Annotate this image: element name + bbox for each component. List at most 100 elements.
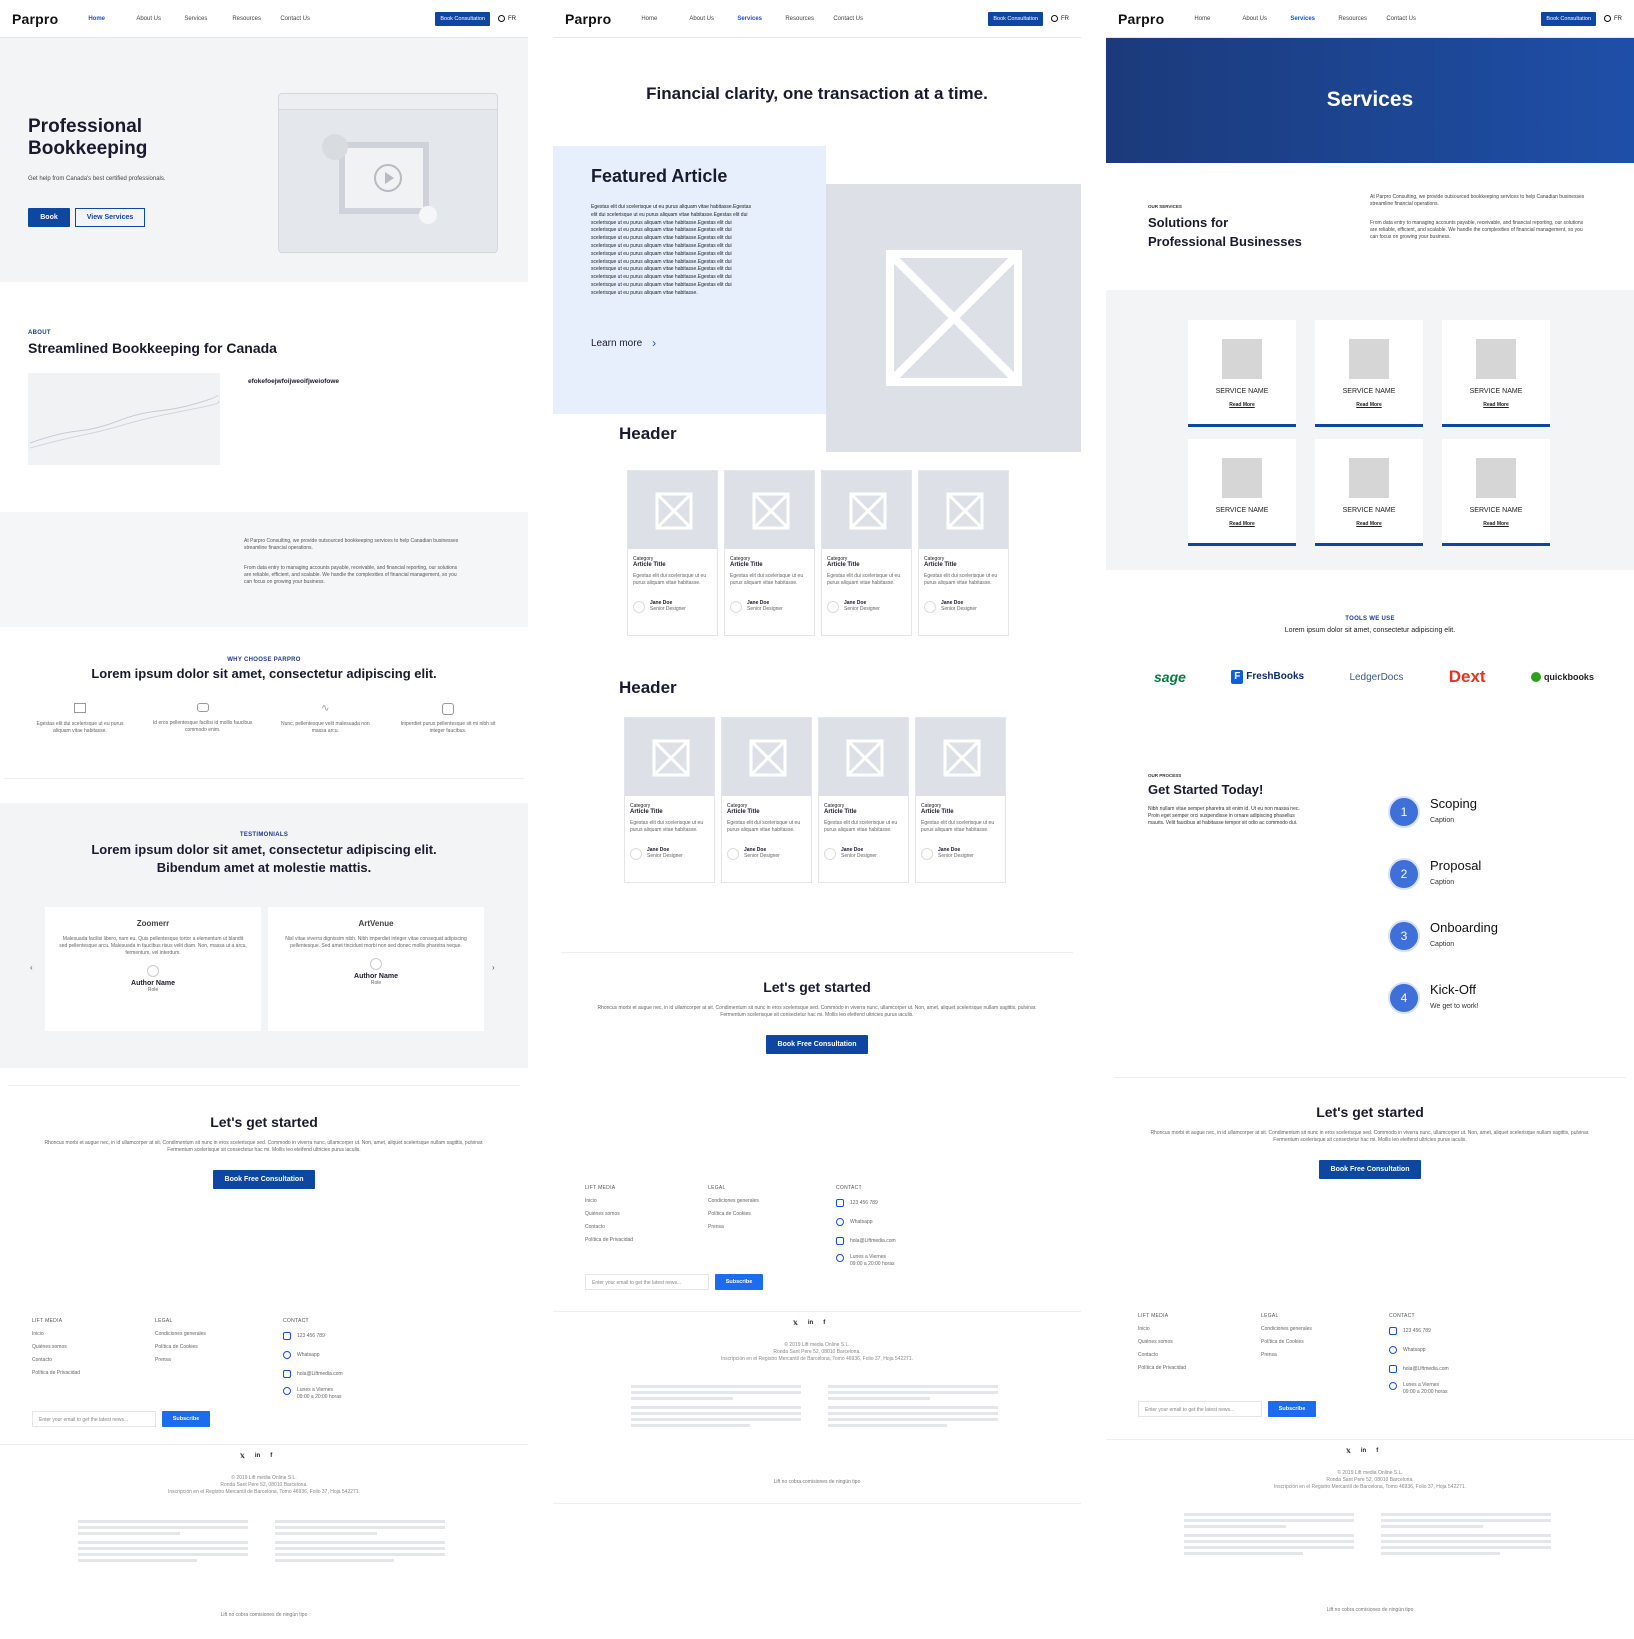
service-image-placeholder <box>1476 458 1516 498</box>
facebook-icon[interactable]: f <box>1376 1448 1378 1455</box>
language-switch[interactable]: FR <box>1604 15 1622 22</box>
linkedin-icon[interactable]: in <box>808 1320 813 1327</box>
freshbooks-logo: F FreshBooks <box>1231 670 1304 684</box>
twitter-icon[interactable]: 𝕏 <box>1346 1448 1351 1455</box>
footer-link[interactable]: Prensa <box>1261 1349 1381 1362</box>
book-free-consultation-button[interactable]: Book Free Consultation <box>213 1170 315 1189</box>
nav-services[interactable]: Services <box>737 16 785 22</box>
facebook-icon[interactable]: f <box>823 1320 825 1327</box>
footer-link[interactable]: Política de Cookies <box>155 1341 275 1354</box>
footer-link[interactable]: Política de Cookies <box>708 1208 828 1221</box>
article-card[interactable]: Category Article Title Egestas elit dui sc… <box>915 717 1006 883</box>
twitter-icon[interactable]: 𝕏 <box>793 1320 798 1327</box>
service-card[interactable]: SERVICE NAME Read More <box>1442 439 1550 546</box>
nav-contact[interactable]: Contact Us <box>1386 16 1434 22</box>
newsletter-email-input[interactable]: Enter your email to get the latest news.… <box>585 1274 709 1290</box>
article-card[interactable]: Category Article Title Egestas elit dui sc… <box>627 470 718 636</box>
footer-link[interactable]: Inicio <box>32 1328 152 1341</box>
read-more-link[interactable]: Read More <box>1315 402 1423 408</box>
linkedin-icon[interactable]: in <box>1361 1448 1366 1455</box>
logo[interactable]: Parpro <box>1118 11 1164 27</box>
footer-link[interactable]: Política de Privacidad <box>585 1234 705 1247</box>
footer-link[interactable]: Política de Cookies <box>1261 1336 1381 1349</box>
twitter-icon[interactable]: 𝕏 <box>240 1453 245 1460</box>
footer-link[interactable]: Contacto <box>32 1354 152 1367</box>
footer-link[interactable]: Inicio <box>585 1195 705 1208</box>
book-consultation-button[interactable]: Book Consultation <box>988 11 1043 26</box>
book-button[interactable]: Book <box>28 208 70 227</box>
image-placeholder-icon <box>752 492 790 530</box>
nav-home[interactable]: Home <box>1194 16 1242 22</box>
nav-about[interactable]: About Us <box>1242 16 1290 22</box>
hero-video-placeholder[interactable] <box>278 93 498 253</box>
cta-section: Let's get started Rhoncus morbi et augue… <box>1114 1077 1626 1197</box>
newsletter-email-input[interactable]: Enter your email to get the latest news.… <box>1138 1401 1262 1417</box>
read-more-link[interactable]: Read More <box>1188 521 1296 527</box>
footer-link[interactable]: Política de Privacidad <box>32 1367 152 1380</box>
nav-resources[interactable]: Resources <box>1338 16 1386 22</box>
language-switch[interactable]: FR <box>498 15 516 22</box>
nav-about[interactable]: About Us <box>136 16 184 22</box>
service-card[interactable]: SERVICE NAME Read More <box>1188 320 1296 427</box>
article-card[interactable]: Category Article Title Egestas elit dui sc… <box>918 470 1009 636</box>
linkedin-icon[interactable]: in <box>255 1453 260 1460</box>
footer-link[interactable]: Condiciones generales <box>1261 1323 1381 1336</box>
artvenue-logo: ArtVenue <box>358 919 394 928</box>
language-switch[interactable]: FR <box>1051 15 1069 22</box>
nav-services[interactable]: Services <box>184 16 232 22</box>
nav-resources[interactable]: Resources <box>785 16 833 22</box>
subscribe-button[interactable]: Subscribe <box>1268 1401 1316 1417</box>
nav-resources[interactable]: Resources <box>232 16 280 22</box>
nav-about[interactable]: About Us <box>689 16 737 22</box>
why-section: WHY CHOOSE PARPRO Lorem ipsum dolor sit … <box>4 627 524 779</box>
book-free-consultation-button[interactable]: Book Free Consultation <box>1319 1160 1421 1179</box>
logo[interactable]: Parpro <box>12 11 58 27</box>
footer-link[interactable]: Prensa <box>155 1354 275 1367</box>
logo[interactable]: Parpro <box>565 11 611 27</box>
subscribe-button[interactable]: Subscribe <box>162 1411 210 1427</box>
read-more-link[interactable]: Read More <box>1315 521 1423 527</box>
footer-link[interactable]: Política de Privacidad <box>1138 1362 1258 1375</box>
article-author-role: Senior Designer <box>747 606 783 612</box>
service-card[interactable]: SERVICE NAME Read More <box>1188 439 1296 546</box>
footer-link[interactable]: Condiciones generales <box>155 1328 275 1341</box>
service-card[interactable]: SERVICE NAME Read More <box>1315 439 1423 546</box>
carousel-prev-icon[interactable]: ‹ <box>30 963 33 972</box>
nav-contact[interactable]: Contact Us <box>833 16 881 22</box>
footer-link[interactable]: Contacto <box>585 1221 705 1234</box>
carousel-next-icon[interactable]: › <box>492 963 495 972</box>
nav-home[interactable]: Home <box>641 16 689 22</box>
facebook-icon[interactable]: f <box>270 1453 272 1460</box>
learn-more-link[interactable]: Learn more › <box>591 336 656 350</box>
footer-link[interactable]: Quiénes somos <box>585 1208 705 1221</box>
footer-link[interactable]: Quiénes somos <box>1138 1336 1258 1349</box>
nav-services[interactable]: Services <box>1290 16 1338 22</box>
subscribe-button[interactable]: Subscribe <box>715 1274 763 1290</box>
book-free-consultation-button[interactable]: Book Free Consultation <box>766 1035 868 1054</box>
phone-icon <box>283 1331 291 1340</box>
book-consultation-button[interactable]: Book Consultation <box>1541 11 1596 26</box>
read-more-link[interactable]: Read More <box>1442 402 1550 408</box>
services-title-1: Solutions for <box>1148 215 1229 230</box>
bus-icon <box>441 703 454 715</box>
view-services-button[interactable]: View Services <box>75 208 145 227</box>
article-card[interactable]: Category Article Title Egestas elit dui sc… <box>624 717 715 883</box>
article-card[interactable]: Category Article Title Egestas elit dui sc… <box>721 717 812 883</box>
footer-link[interactable]: Inicio <box>1138 1323 1258 1336</box>
read-more-link[interactable]: Read More <box>1442 521 1550 527</box>
footer-link[interactable]: Contacto <box>1138 1349 1258 1362</box>
tools-text: Lorem ipsum dolor sit amet, consectetur … <box>1284 627 1456 634</box>
footer-link[interactable]: Prensa <box>708 1221 828 1234</box>
service-card[interactable]: SERVICE NAME Read More <box>1315 320 1423 427</box>
article-card[interactable]: Category Article Title Egestas elit dui sc… <box>818 717 909 883</box>
article-card[interactable]: Category Article Title Egestas elit dui sc… <box>821 470 912 636</box>
footer-link[interactable]: Condiciones generales <box>708 1195 828 1208</box>
nav-contact[interactable]: Contact Us <box>280 16 328 22</box>
nav-home[interactable]: Home <box>88 16 136 22</box>
book-consultation-button[interactable]: Book Consultation <box>435 11 490 26</box>
service-card[interactable]: SERVICE NAME Read More <box>1442 320 1550 427</box>
footer-link[interactable]: Quiénes somos <box>32 1341 152 1354</box>
read-more-link[interactable]: Read More <box>1188 402 1296 408</box>
newsletter-email-input[interactable]: Enter your email to get the latest news.… <box>32 1411 156 1427</box>
article-card[interactable]: Category Article Title Egestas elit dui sc… <box>724 470 815 636</box>
